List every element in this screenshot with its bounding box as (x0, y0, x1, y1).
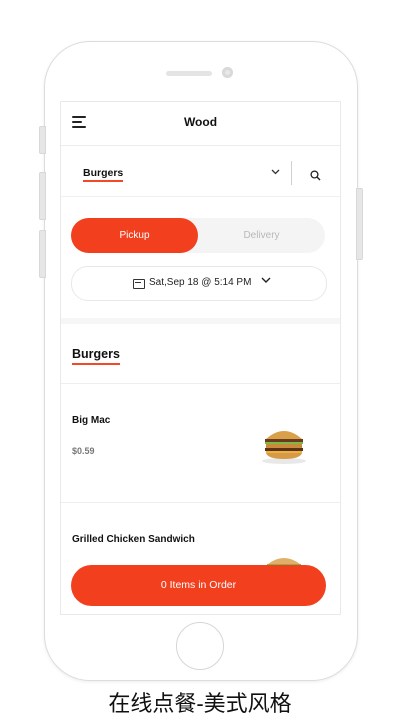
burger-image (260, 425, 308, 465)
mute-switch (39, 126, 46, 154)
app-screen: Wood Burgers Pickup Delivery Sat,Sep 18 … (60, 101, 341, 615)
speaker-grille (166, 71, 212, 76)
category-selector[interactable]: Burgers (83, 167, 124, 182)
caption: 在线点餐-美式风格 (108, 691, 292, 716)
app-header: Wood (61, 102, 340, 146)
item-name: Grilled Chicken Sandwich (72, 534, 195, 545)
item-name: Big Mac (72, 415, 111, 426)
calendar-icon (133, 279, 145, 289)
home-button[interactable] (176, 622, 224, 670)
divider (61, 502, 340, 503)
search-icon[interactable] (310, 168, 321, 181)
section-title: Burgers (72, 347, 120, 365)
pickup-tab[interactable]: Pickup (71, 218, 198, 253)
view-order-button[interactable]: 0 Items in Order (71, 565, 326, 606)
volume-down-button (39, 230, 46, 278)
page-title: Wood (183, 115, 218, 129)
power-button (356, 188, 363, 260)
category-bar: Burgers (61, 146, 340, 197)
chevron-down-icon[interactable] (271, 167, 280, 178)
divider (61, 383, 340, 384)
schedule-selector[interactable]: Sat,Sep 18 @ 5:14 PM (71, 266, 327, 301)
front-camera (222, 67, 233, 78)
volume-up-button (39, 172, 46, 220)
service-toggle: Pickup Delivery (71, 218, 325, 253)
item-price: $0.59 (72, 446, 95, 456)
divider (291, 161, 292, 185)
delivery-tab[interactable]: Delivery (198, 218, 325, 253)
schedule-datetime: Sat,Sep 18 @ 5:14 PM (149, 277, 252, 288)
chevron-down-icon (261, 276, 271, 287)
section-gap (61, 318, 340, 324)
